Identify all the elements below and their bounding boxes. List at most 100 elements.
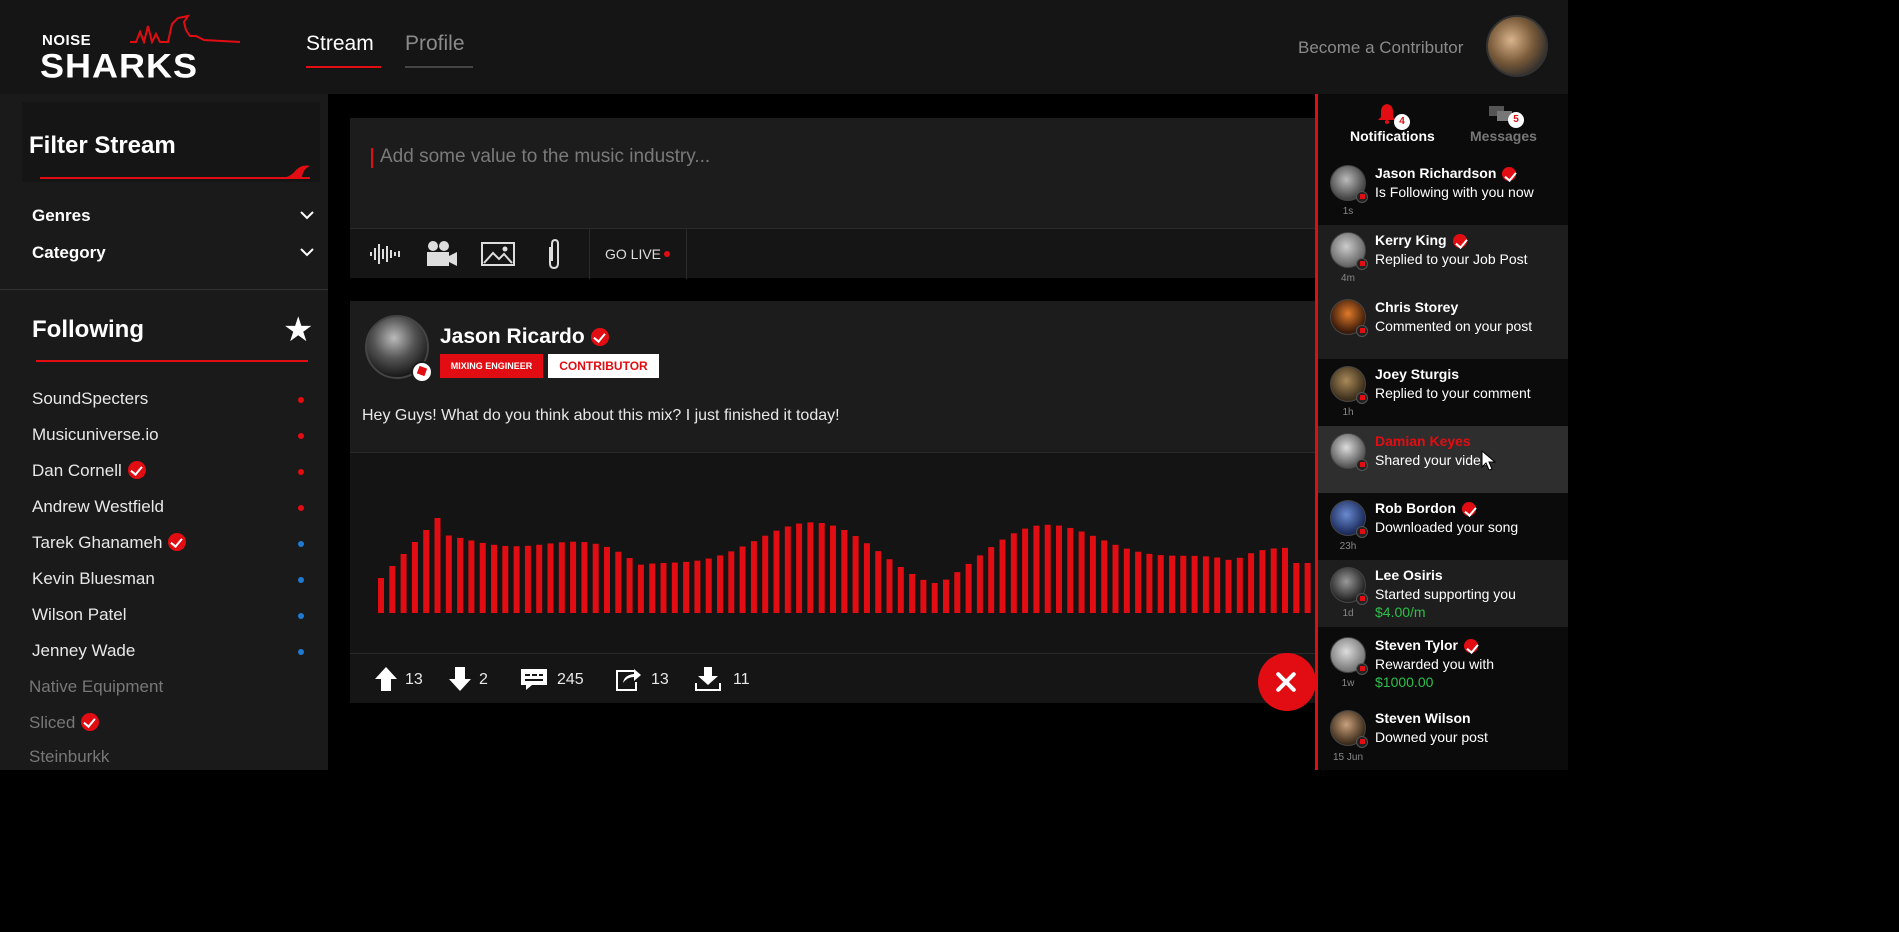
waveform-icon[interactable] [368, 239, 404, 269]
notification-name: Damian Keyes [1375, 433, 1471, 449]
online-status-dot [298, 649, 304, 655]
following-item[interactable]: Tarek Ghanameh [32, 533, 310, 555]
notification-name-text: Rob Bordon [1375, 500, 1456, 516]
notification-item[interactable]: Damian Keyes Shared your video [1318, 426, 1568, 493]
post-author-name-text: Jason Ricardo [440, 325, 585, 348]
waveform-bar [1270, 548, 1277, 613]
video-camera-icon[interactable] [424, 239, 460, 269]
waveform-bar [1056, 525, 1062, 613]
waveform-bar [524, 545, 531, 613]
category-dropdown[interactable]: Category [32, 243, 314, 263]
notification-amount: $4.00/m [1375, 604, 1426, 620]
filter-sidebar: Filter Stream Genres Category Following … [0, 94, 328, 770]
verified-icon [1502, 167, 1517, 181]
notification-avatar [1330, 710, 1368, 748]
tab-notifications[interactable]: Notifications [1350, 128, 1435, 144]
following-item[interactable]: Kevin Bluesman [32, 569, 310, 591]
notification-item[interactable]: Rob Bordon Downloaded your song 23h [1318, 493, 1568, 560]
notification-item[interactable]: Joey Sturgis Replied to your comment 1h [1318, 359, 1568, 426]
post-author-avatar[interactable] [365, 315, 433, 383]
waveform-bar [750, 541, 757, 613]
waveform-bar [694, 560, 701, 613]
notification-action: Rewarded you with [1375, 656, 1495, 672]
notification-item[interactable]: Steven Tylor Rewarded you with $1000.00 1w [1318, 630, 1568, 697]
waveform-bar [581, 542, 588, 613]
text-cursor [371, 148, 373, 168]
tab-profile[interactable]: Profile [405, 32, 473, 68]
tab-stream[interactable]: Stream [306, 32, 381, 68]
notification-time: 4m [1341, 273, 1355, 284]
following-item[interactable]: Dan Cornell [32, 461, 310, 483]
contributor-badge: CONTRIBUTOR [548, 354, 659, 378]
composer-toolbar: GO LIVE [350, 228, 1315, 279]
waveform-bar [1225, 559, 1232, 613]
user-avatar[interactable] [1486, 15, 1548, 77]
verified-icon [81, 713, 100, 731]
notification-action: Is Following with you now [1375, 184, 1534, 200]
become-contributor-link[interactable]: Become a Contributor [1298, 38, 1463, 58]
following-item[interactable]: Native Equipment [29, 677, 307, 699]
notification-action: Commented on your post [1375, 318, 1533, 334]
waveform-bar [1123, 548, 1130, 613]
comments-button[interactable]: 245 [520, 666, 590, 692]
following-item[interactable]: Sliced [29, 713, 307, 735]
notification-name-text: Joey Sturgis [1375, 366, 1460, 382]
notification-avatar [1330, 165, 1368, 203]
comments-count: 245 [557, 671, 584, 688]
notification-item[interactable]: Steven Wilson Downed your post 15 Jun [1318, 703, 1568, 770]
downvote-button[interactable]: 2 [448, 666, 498, 692]
waveform-bar [1010, 533, 1017, 613]
paperclip-icon[interactable] [536, 239, 572, 269]
tab-messages[interactable]: Messages [1470, 128, 1537, 144]
download-count: 11 [733, 671, 750, 688]
waveform-bar [649, 563, 656, 613]
downvote-count: 2 [479, 671, 488, 688]
waveform-bar [943, 579, 949, 613]
verified-icon [590, 328, 609, 346]
waveform-bar [434, 518, 441, 613]
close-icon[interactable] [1258, 653, 1316, 711]
post-author-name[interactable]: Jason Ricardo [440, 325, 609, 349]
notification-item[interactable]: Lee Osiris Started supporting you $4.00/m 1… [1318, 560, 1568, 627]
notification-name-text: Chris Storey [1375, 299, 1459, 315]
waveform-bar [457, 537, 464, 613]
download-button[interactable]: 11 [694, 666, 754, 692]
following-item[interactable]: SoundSpecters [32, 389, 310, 411]
following-item[interactable]: Wilson Patel [32, 605, 310, 627]
waveform-bar [1293, 563, 1300, 613]
notification-item[interactable]: Chris Storey Commented on your post [1318, 292, 1568, 359]
notification-item[interactable]: Jason Richardson Is Following with you no… [1318, 158, 1568, 225]
post-composer[interactable]: Add some value to the music industry... … [350, 118, 1315, 279]
audio-waveform-player[interactable] [350, 452, 1315, 654]
following-item[interactable]: Musicuniverse.io [32, 425, 310, 447]
fin-underline-icon [40, 165, 310, 179]
go-live-button[interactable]: GO LIVE [589, 229, 687, 279]
upvote-button[interactable]: 13 [374, 666, 434, 692]
waveform-bar [389, 566, 396, 613]
waveform-bar [852, 536, 859, 613]
filter-stream-header: Filter Stream [22, 102, 320, 182]
star-icon[interactable]: ★ [283, 310, 313, 350]
audio-waveform[interactable] [350, 453, 1315, 655]
waveform-bar [1259, 550, 1266, 613]
image-icon[interactable] [480, 239, 516, 269]
composer-input[interactable]: Add some value to the music industry... [380, 146, 710, 168]
waveform-bar [965, 563, 972, 613]
share-button[interactable]: 13 [614, 666, 674, 692]
verified-icon [1452, 234, 1467, 248]
waveform-bar [423, 530, 430, 613]
message-count-badge: 5 [1508, 112, 1524, 128]
noise-sharks-logo[interactable]: NOISE SHARKS [40, 14, 240, 83]
following-item[interactable]: Steinburkk [29, 747, 307, 769]
notification-item[interactable]: Kerry King Replied to your Job Post 4m [1318, 225, 1568, 292]
waveform-bar [1089, 535, 1096, 613]
sidebar-divider [0, 289, 328, 290]
notification-name: Chris Storey [1375, 299, 1458, 315]
following-item[interactable]: Andrew Westfield [32, 497, 310, 519]
following-item[interactable]: Jenney Wade [32, 641, 310, 663]
notification-avatar [1330, 366, 1368, 404]
waveform-bar [920, 579, 927, 613]
waveform-bar [954, 572, 961, 613]
genres-dropdown[interactable]: Genres [32, 206, 314, 226]
waveform-bar [818, 522, 825, 613]
